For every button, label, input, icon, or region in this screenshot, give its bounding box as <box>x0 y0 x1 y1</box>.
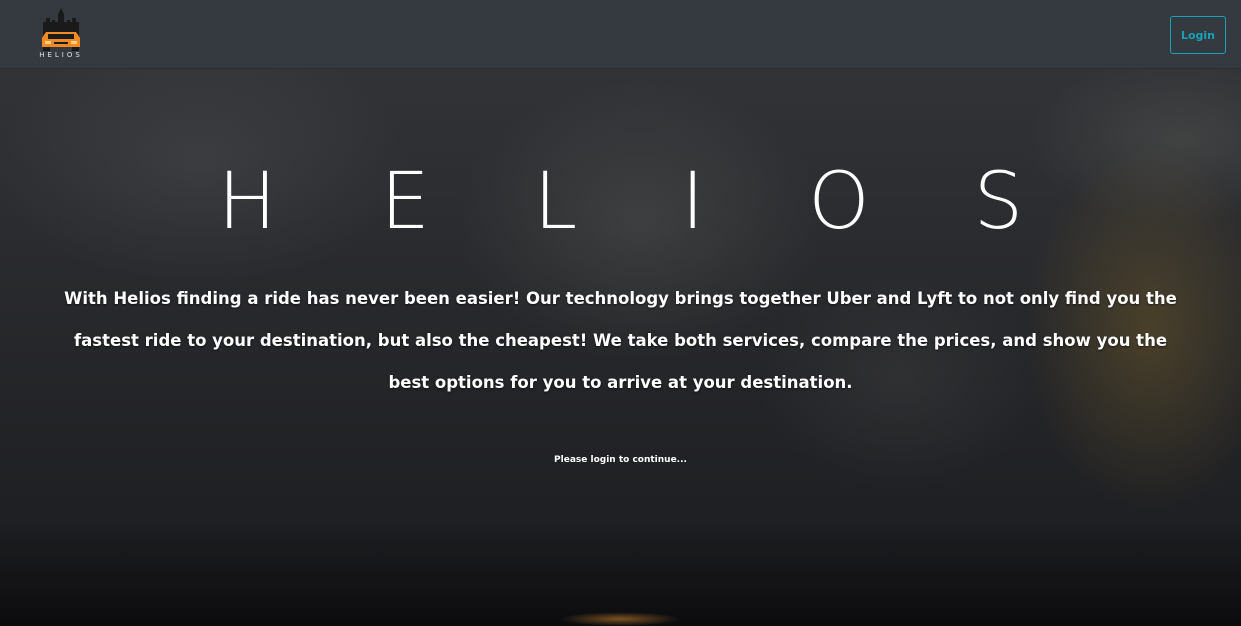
top-navbar: HELIOS Login <box>0 0 1241 69</box>
hero-title: HELIOS <box>217 157 1128 247</box>
hero-background-shade <box>0 520 1241 626</box>
car-with-castle-logo-icon <box>42 8 80 51</box>
brand-name: HELIOS <box>39 51 83 59</box>
hero-background-glow <box>560 612 680 626</box>
hero-description: With Helios finding a ride has never bee… <box>64 289 1177 392</box>
login-prompt-text: Please login to continue... <box>554 455 687 465</box>
login-button[interactable]: Login <box>1170 16 1226 54</box>
brand-logo-link[interactable]: HELIOS <box>34 8 88 60</box>
